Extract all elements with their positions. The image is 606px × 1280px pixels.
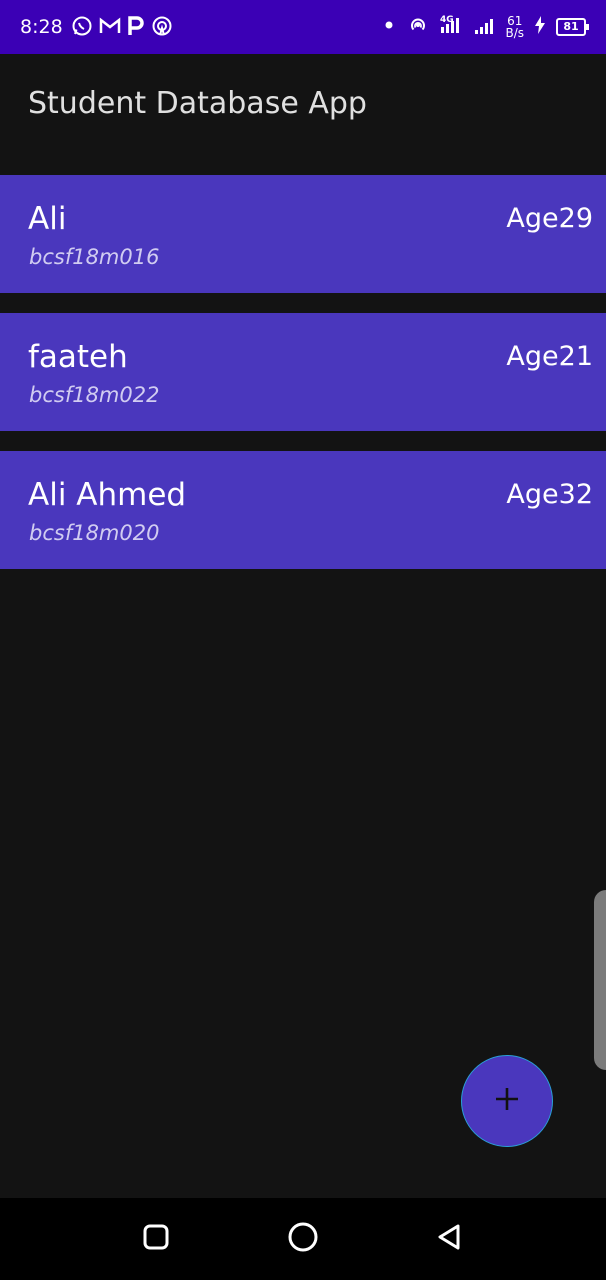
recents-button[interactable]: [138, 1221, 174, 1257]
student-card[interactable]: Ali Ahmed bcsf18m020 Age32: [0, 451, 606, 569]
student-roll-number: bcsf18m022: [29, 383, 160, 407]
app-title: Student Database App: [28, 86, 367, 121]
student-roll-number: bcsf18m020: [29, 521, 160, 545]
app-bar: Student Database App: [0, 54, 606, 154]
charging-bolt-icon: [534, 16, 546, 38]
student-roll-number: bcsf18m016: [29, 245, 160, 269]
student-card[interactable]: Ali bcsf18m016 Age29: [0, 175, 606, 293]
student-name: Ali Ahmed: [28, 477, 187, 513]
home-button[interactable]: [285, 1221, 321, 1257]
system-status-icons: 4G 61 B/s 81: [381, 13, 589, 41]
whatsapp-icon: [71, 15, 93, 41]
status-time: 8:28: [20, 16, 63, 38]
edge-panel-handle[interactable]: [594, 890, 606, 1070]
app-screen: 8:28 4G 61 B/s 81 Student Database App A…: [0, 0, 606, 1280]
student-list: Ali bcsf18m016 Age29 faateh bcsf18m022 A…: [0, 175, 606, 589]
student-name: Ali: [28, 201, 67, 237]
triangle-back-icon: [434, 1222, 464, 1256]
plus-icon: [493, 1085, 521, 1117]
hotspot-icon: [407, 14, 429, 40]
notification-icons: [71, 15, 173, 41]
gmail-icon: [99, 16, 121, 40]
network-speed-unit: B/s: [505, 26, 524, 40]
student-name: faateh: [28, 339, 128, 375]
dot-icon: [381, 17, 397, 37]
circle-home-icon: [286, 1220, 320, 1258]
signal-4g-icon: 4G: [439, 13, 463, 41]
student-age: Age21: [506, 341, 593, 372]
back-button[interactable]: [431, 1221, 467, 1257]
student-card[interactable]: faateh bcsf18m022 Age21: [0, 313, 606, 431]
status-bar: 8:28 4G 61 B/s 81: [0, 0, 606, 54]
paytm-icon: [127, 16, 145, 40]
signal-bars-icon: [473, 14, 495, 40]
add-student-button[interactable]: [461, 1055, 553, 1147]
student-age: Age29: [506, 203, 593, 234]
student-age: Age32: [506, 479, 593, 510]
battery-icon: 81: [556, 18, 589, 36]
network-speed: 61 B/s: [505, 15, 524, 39]
square-recents-icon: [141, 1222, 171, 1256]
radar-icon: [151, 15, 173, 41]
navigation-bar: [0, 1198, 606, 1280]
